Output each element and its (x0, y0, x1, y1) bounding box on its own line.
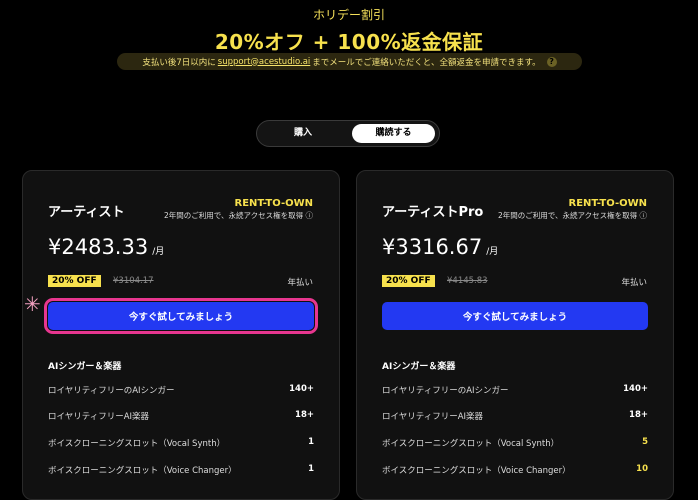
feature-value: 1 (308, 437, 314, 447)
feature-label: ボイスクローニングスロット（Vocal Synth） (382, 439, 560, 449)
plan-card-artist: アーティスト RENT-TO-OWN 2年間のご利用で、永続アクセス権を取得 ⓘ… (22, 170, 340, 500)
feature-row: ボイスクローニングスロット（Vocal Synth） 1 (48, 437, 314, 453)
sparkle-icon: ✳ (24, 292, 41, 316)
feature-value: 140+ (289, 384, 314, 394)
feature-row: ロイヤリティフリーAI楽器 18+ (48, 410, 314, 426)
feature-value: 1 (308, 464, 314, 474)
billing-period: 年払い (621, 278, 647, 288)
refund-notice-suffix: までメールでご連絡いただくと、全額返金を申請できます。 (312, 57, 541, 68)
rto-title: RENT-TO-OWN (234, 198, 314, 209)
feature-row: ボイスクローニングスロット（Voice Changer） 1 (48, 464, 314, 480)
promo-headline: 20%オフ + 100%返金保証 (214, 30, 484, 54)
rto-subtitle[interactable]: 2年間のご利用で、永続アクセス権を取得 ⓘ (164, 210, 313, 221)
help-icon[interactable]: ? (546, 56, 557, 67)
feature-label: ロイヤリティフリーのAIシンガー (48, 386, 175, 396)
feature-label: ロイヤリティフリーのAIシンガー (382, 386, 509, 396)
feature-label: ロイヤリティフリーAI楽器 (382, 412, 484, 422)
billing-mode-toggle: 購入 購読する (256, 120, 440, 147)
billing-period: 年払い (287, 278, 313, 288)
try-now-button[interactable]: 今すぐ試してみましょう (44, 298, 318, 334)
toggle-option-subscribe[interactable]: 購読する (352, 124, 435, 143)
feature-value: 18+ (295, 410, 314, 420)
feature-value: 18+ (629, 410, 648, 420)
plan-price: ¥3316.67/月 (382, 235, 498, 259)
feature-row: ロイヤリティフリーのAIシンガー 140+ (382, 384, 648, 400)
plan-name: アーティスト (48, 205, 125, 220)
feature-label: ボイスクローニングスロット（Vocal Synth） (48, 439, 226, 449)
price-amount: ¥2483.33 (48, 235, 149, 259)
price-period: /月 (486, 247, 499, 257)
feature-label: ロイヤリティフリーAI楽器 (48, 412, 150, 422)
feature-value: 5 (642, 437, 648, 447)
refund-notice: 支払い後7日以内に support@acestudio.ai までメールでご連絡… (117, 53, 582, 70)
plan-card-artist-pro: アーティストPro RENT-TO-OWN 2年間のご利用で、永続アクセス権を取… (356, 170, 674, 500)
original-price: ¥4145.83 (447, 276, 488, 286)
discount-badge: 20% OFF (48, 275, 101, 287)
feature-row: ボイスクローニングスロット（Vocal Synth） 5 (382, 437, 648, 453)
rto-title: RENT-TO-OWN (568, 198, 648, 209)
price-amount: ¥3316.67 (382, 235, 483, 259)
feature-row: ロイヤリティフリーAI楽器 18+ (382, 410, 648, 426)
feature-value: 10 (636, 464, 648, 474)
price-period: /月 (152, 247, 165, 257)
support-email-link[interactable]: support@acestudio.ai (218, 57, 310, 67)
toggle-option-buy[interactable]: 購入 (260, 124, 346, 143)
feature-section-title: AIシンガー＆楽器 (382, 362, 456, 372)
promo-kicker: ホリデー割引 (312, 8, 385, 22)
try-now-button[interactable]: 今すぐ試してみましょう (382, 302, 648, 330)
rto-subtitle[interactable]: 2年間のご利用で、永続アクセス権を取得 ⓘ (498, 210, 647, 221)
original-price: ¥3104.17 (113, 276, 154, 286)
feature-value: 140+ (623, 384, 648, 394)
feature-section-title: AIシンガー＆楽器 (48, 362, 122, 372)
plan-name: アーティストPro (382, 205, 484, 220)
refund-notice-prefix: 支払い後7日以内に (142, 57, 216, 68)
discount-badge: 20% OFF (382, 275, 435, 287)
feature-row: ロイヤリティフリーのAIシンガー 140+ (48, 384, 314, 400)
plan-price: ¥2483.33/月 (48, 235, 164, 259)
feature-label: ボイスクローニングスロット（Voice Changer） (48, 466, 237, 476)
feature-row: ボイスクローニングスロット（Voice Changer） 10 (382, 464, 648, 480)
feature-label: ボイスクローニングスロット（Voice Changer） (382, 466, 571, 476)
